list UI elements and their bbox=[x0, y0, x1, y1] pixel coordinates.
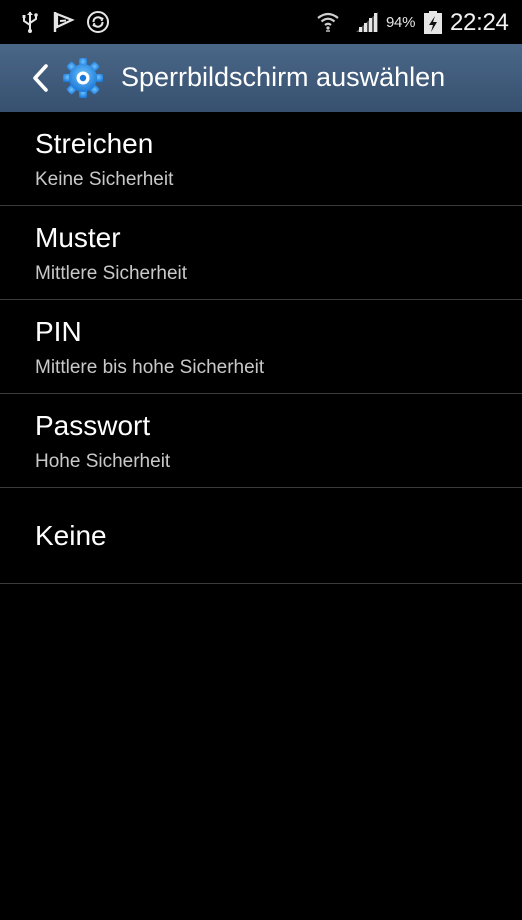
wifi-icon bbox=[316, 10, 340, 34]
list-item-pattern[interactable]: Muster Mittlere Sicherheit bbox=[0, 206, 522, 300]
chevron-left-icon[interactable] bbox=[30, 63, 50, 93]
settings-gear-icon[interactable] bbox=[62, 57, 104, 99]
clock: 22:24 bbox=[450, 9, 509, 36]
option-title: Streichen bbox=[35, 128, 154, 159]
option-subtitle: Keine Sicherheit bbox=[35, 169, 174, 190]
battery-percent: 94% bbox=[386, 14, 416, 31]
list-item-none[interactable]: Keine bbox=[0, 488, 522, 584]
option-subtitle: Mittlere Sicherheit bbox=[35, 263, 188, 284]
signal-icon bbox=[354, 10, 378, 34]
option-subtitle: Hohe Sicherheit bbox=[35, 451, 171, 472]
sync-icon bbox=[86, 10, 110, 34]
list-item-pin[interactable]: PIN Mittlere bis hohe Sicherheit bbox=[0, 300, 522, 394]
page-title: Sperrbildschirm auswählen bbox=[121, 62, 446, 92]
battery-charging-icon bbox=[423, 11, 447, 35]
option-subtitle: Mittlere bis hohe Sicherheit bbox=[35, 357, 265, 378]
status-bar: 94% 22:24 bbox=[0, 0, 522, 44]
list-item-password[interactable]: Passwort Hohe Sicherheit bbox=[0, 394, 522, 488]
option-title: Passwort bbox=[35, 410, 151, 441]
lock-screen-option-list: Streichen Keine Sicherheit Muster Mittle… bbox=[0, 112, 522, 584]
screen-mirroring-icon bbox=[52, 10, 76, 34]
option-title: Muster bbox=[35, 222, 121, 253]
action-bar: Sperrbildschirm auswählen bbox=[0, 44, 522, 112]
option-title: PIN bbox=[35, 316, 82, 347]
usb-icon bbox=[18, 10, 42, 34]
option-title: Keine bbox=[35, 520, 107, 551]
list-item-swipe[interactable]: Streichen Keine Sicherheit bbox=[0, 112, 522, 206]
